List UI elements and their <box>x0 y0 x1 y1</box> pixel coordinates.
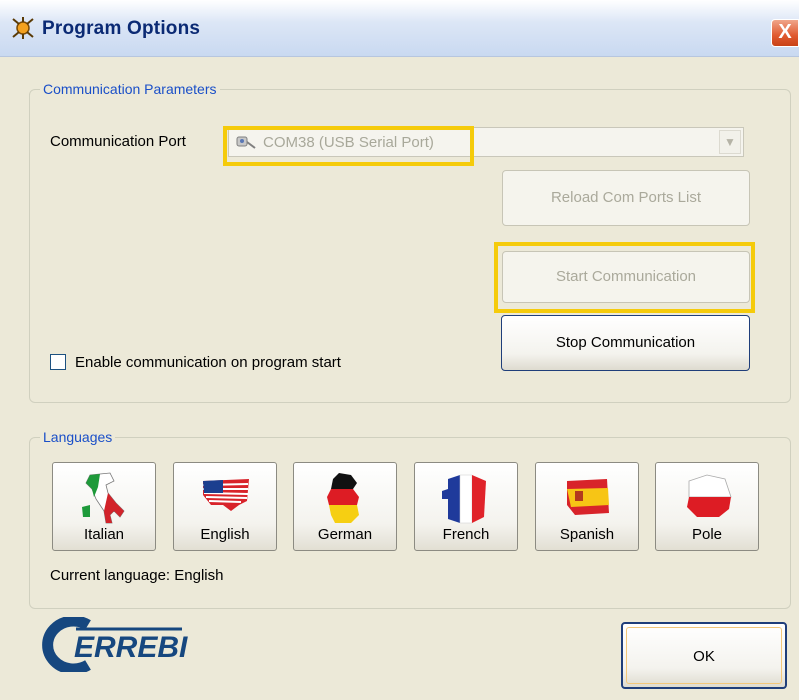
language-label-pole: Pole <box>691 526 723 543</box>
close-button[interactable]: X <box>771 19 799 47</box>
languages-legend: Languages <box>43 429 113 445</box>
language-button-italian[interactable]: Italian <box>52 462 156 551</box>
poland-flag-icon <box>687 474 732 517</box>
language-label-italian: Italian <box>83 526 125 543</box>
usa-flag-icon <box>202 479 249 511</box>
communication-parameters-legend: Communication Parameters <box>43 81 217 97</box>
title-bar: Program Options X <box>0 0 799 57</box>
stop-communication-button[interactable]: Stop Communication <box>501 315 750 371</box>
current-language-label: Current language: English <box>50 567 224 584</box>
language-button-english[interactable]: English <box>173 462 277 551</box>
app-icon <box>12 17 34 39</box>
language-label-french: French <box>442 526 490 543</box>
svg-text:ERREBI: ERREBI <box>74 631 188 664</box>
language-button-french[interactable]: French <box>414 462 518 551</box>
reload-com-ports-button[interactable]: Reload Com Ports List <box>502 170 750 226</box>
window-title: Program Options <box>42 18 201 39</box>
language-label-spanish: Spanish <box>559 526 615 543</box>
close-icon: X <box>778 21 792 43</box>
enable-on-start-checkbox[interactable] <box>50 354 66 370</box>
spain-flag-icon <box>567 479 609 515</box>
start-communication-highlight <box>494 242 755 313</box>
language-button-spanish[interactable]: Spanish <box>535 462 639 551</box>
language-button-german[interactable]: German <box>293 462 397 551</box>
germany-flag-icon <box>327 473 359 523</box>
communication-port-highlight <box>223 126 474 166</box>
enable-on-start-label: Enable communication on program start <box>75 354 341 371</box>
italy-flag-icon <box>82 472 125 524</box>
cerrebi-logo: ERREBI <box>42 617 188 672</box>
language-label-english: English <box>200 526 250 543</box>
france-flag-icon <box>442 474 486 524</box>
language-label-german: German <box>317 526 373 543</box>
ok-button[interactable]: OK <box>621 622 787 689</box>
communication-port-label: Communication Port <box>50 133 186 150</box>
language-button-pole[interactable]: Pole <box>655 462 759 551</box>
chevron-down-icon[interactable]: ▼ <box>719 130 741 154</box>
